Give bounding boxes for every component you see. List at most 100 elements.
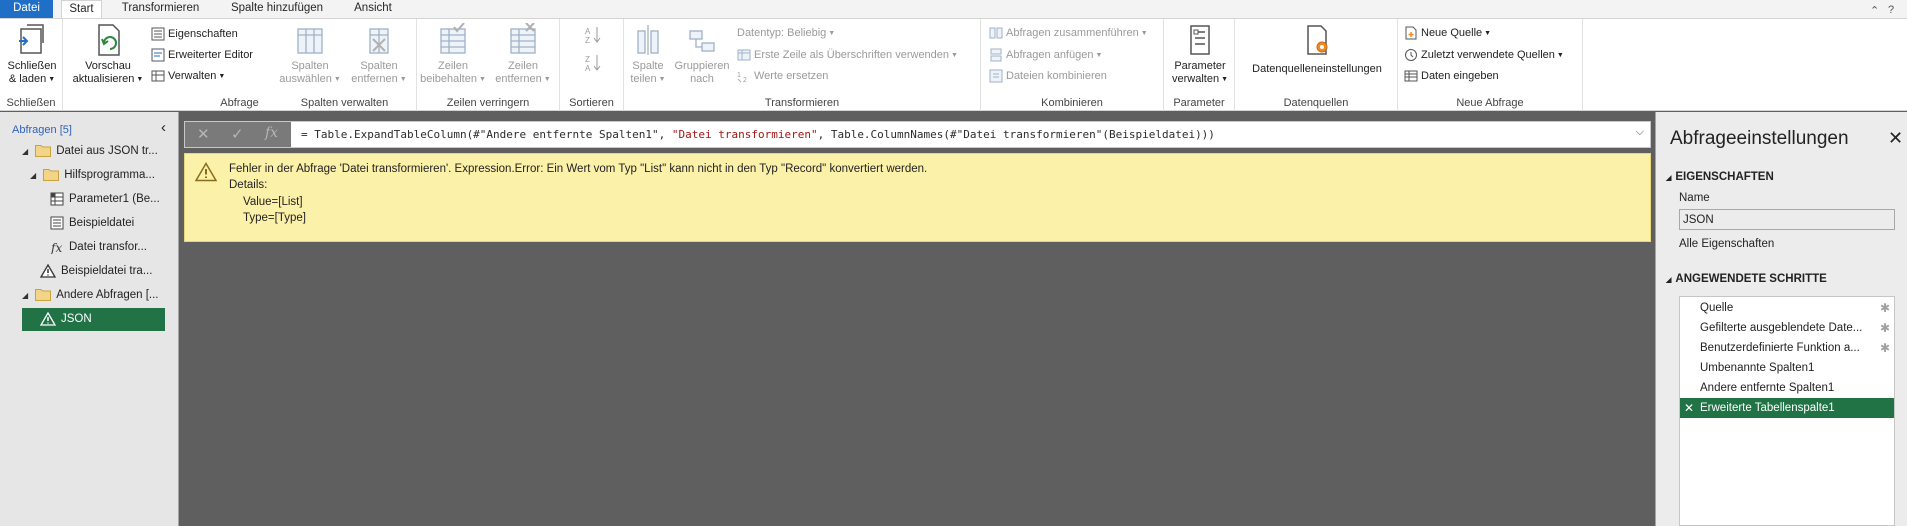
- tree-folder-other-queries[interactable]: ◢ Andere Abfragen [...: [22, 284, 172, 307]
- warning-icon: [195, 162, 217, 182]
- properties-button[interactable]: Eigenschaften: [151, 25, 238, 43]
- split-column-button[interactable]: Spalte teilen ▼: [626, 23, 670, 86]
- refresh-preview-button[interactable]: Vorschau aktualisieren ▼: [71, 23, 145, 86]
- tree-folder-json-transform[interactable]: ◢ Datei aus JSON tr...: [22, 140, 172, 163]
- advanced-editor-icon: [151, 48, 165, 62]
- expand-triangle-icon[interactable]: ◢: [22, 140, 32, 163]
- tab-add-column[interactable]: Spalte hinzufügen: [222, 0, 332, 18]
- step-removed-other-columns[interactable]: Andere entfernte Spalten1: [1680, 378, 1894, 398]
- settings-title: Abfrageeinstellungen: [1670, 128, 1849, 149]
- collapse-pane-icon[interactable]: ‹: [161, 119, 166, 136]
- manage-parameters-button[interactable]: Parameter verwalten ▼: [1166, 23, 1234, 86]
- tab-transform[interactable]: Transformieren: [113, 0, 208, 18]
- properties-icon: [151, 27, 165, 41]
- replace-values-button[interactable]: 1 2 Werte ersetzen: [737, 67, 828, 85]
- remove-columns-button[interactable]: Spalten entfernen ▼: [345, 23, 413, 86]
- group-by-button[interactable]: Gruppieren nach: [672, 23, 732, 86]
- cancel-icon[interactable]: ✕: [197, 125, 210, 143]
- step-expanded-table-column[interactable]: ✕ Erweiterte Tabellenspalte1: [1680, 398, 1894, 418]
- tree-item-parameter1[interactable]: Parameter1 (Be...: [50, 188, 172, 211]
- step-renamed-columns[interactable]: Umbenannte Spalten1: [1680, 358, 1894, 378]
- advanced-editor-button[interactable]: Erweiterter Editor: [151, 46, 253, 64]
- close-icon[interactable]: ✕: [1888, 128, 1903, 149]
- tree-item-transform-sample[interactable]: Beispieldatei tra...: [39, 260, 172, 283]
- tree-item-json[interactable]: JSON: [22, 308, 165, 331]
- append-queries-button[interactable]: Abfragen anfügen ▼: [989, 46, 1102, 64]
- group-transform-label: Transformieren: [764, 97, 840, 109]
- minimize-ribbon-icon[interactable]: ⌃: [1870, 4, 1879, 17]
- choose-columns-label-2: auswählen ▼: [279, 73, 341, 85]
- close-load-button[interactable]: Schließen & laden ▼: [2, 23, 62, 86]
- group-manage-columns: Spalten auswählen ▼ Spalten entfernen ▼ Sp…: [273, 19, 417, 111]
- sort-ascending-icon: AZ: [585, 27, 601, 45]
- tab-start[interactable]: Start: [61, 0, 102, 19]
- delete-step-icon[interactable]: ✕: [1684, 398, 1694, 418]
- remove-rows-icon: [510, 23, 536, 54]
- gear-icon[interactable]: ✱: [1880, 338, 1890, 358]
- recent-sources-button[interactable]: Zuletzt verwendete Quellen ▼: [1404, 46, 1564, 64]
- tree-item-sample-file[interactable]: Beispieldatei: [50, 212, 172, 235]
- enter-data-button[interactable]: Daten eingeben: [1404, 67, 1499, 85]
- queries-header[interactable]: Abfragen [5]: [12, 124, 72, 136]
- new-source-icon: [1405, 26, 1417, 40]
- refresh-label-2: aktualisieren ▼: [72, 73, 144, 85]
- split-column-label-1: Spalte: [632, 60, 664, 72]
- svg-text:2: 2: [743, 77, 747, 83]
- group-parameters-label: Parameter: [1173, 97, 1225, 109]
- step-source[interactable]: Quelle ✱: [1680, 298, 1894, 318]
- error-message-panel: Fehler in der Abfrage 'Datei transformie…: [184, 153, 1651, 242]
- tab-file[interactable]: Datei: [0, 0, 53, 18]
- remove-columns-label-1: Spalten: [360, 60, 398, 72]
- parameter-icon: [50, 192, 64, 206]
- group-parameters: Parameter verwalten ▼ Parameter: [1164, 19, 1235, 111]
- group-new-query: Neue Quelle ▼ Zuletzt verwendete Quellen ▼…: [1398, 19, 1583, 111]
- function-insert-icon[interactable]: fx: [265, 125, 278, 141]
- keep-rows-button[interactable]: Zeilen beibehalten ▼: [419, 23, 487, 86]
- remove-rows-button[interactable]: Zeilen entfernen ▼: [489, 23, 557, 86]
- tab-view[interactable]: Ansicht: [345, 0, 401, 18]
- error-details-label: Details:: [229, 179, 268, 191]
- datasource-settings-button[interactable]: Datenquelleneinstellungen: [1241, 23, 1393, 76]
- properties-section-header[interactable]: ◢ EIGENSCHAFTEN: [1666, 171, 1774, 183]
- keep-rows-label-1: Zeilen: [438, 60, 468, 72]
- tree-folder-helpers[interactable]: ◢ Hilfsprogramma...: [30, 164, 172, 187]
- group-datasources-label: Datenquellen: [1283, 97, 1349, 109]
- remove-columns-label-2: entfernen ▼: [351, 73, 407, 85]
- combine-files-button[interactable]: Dateien kombinieren: [989, 67, 1107, 85]
- expand-triangle-icon[interactable]: ◢: [30, 164, 40, 187]
- sort-descending-button[interactable]: ZA: [584, 53, 605, 73]
- help-icon[interactable]: ?: [1888, 4, 1894, 16]
- choose-columns-button[interactable]: Spalten auswählen ▼: [277, 23, 343, 86]
- all-properties-link[interactable]: Alle Eigenschaften: [1679, 238, 1774, 250]
- gear-icon[interactable]: ✱: [1880, 318, 1890, 338]
- step-custom-function[interactable]: Benutzerdefinierte Funktion a... ✱: [1680, 338, 1894, 358]
- formula-input[interactable]: = Table.ExpandTableColumn(#"Andere entfe…: [301, 128, 1215, 141]
- folder-icon: [35, 289, 52, 302]
- group-close: Schließen & laden ▼ Schließen: [0, 19, 63, 111]
- ribbon: Schließen & laden ▼ Schließen Vorschau ak…: [0, 18, 1907, 111]
- gear-icon[interactable]: ✱: [1880, 298, 1890, 318]
- error-type-line: Type=[Type]: [243, 212, 306, 224]
- new-source-button[interactable]: Neue Quelle ▼: [1404, 24, 1491, 42]
- refresh-icon: [98, 24, 120, 56]
- sort-ascending-button[interactable]: AZ: [584, 25, 605, 45]
- step-filtered-hidden-files[interactable]: Gefilterte ausgeblendete Date... ✱: [1680, 318, 1894, 338]
- group-close-label: Schließen: [6, 97, 56, 109]
- applied-steps-header[interactable]: ◢ ANGEWENDETE SCHRITTE: [1666, 273, 1827, 285]
- manage-button[interactable]: Verwalten ▼: [151, 67, 225, 85]
- query-name-input[interactable]: [1679, 209, 1895, 230]
- expand-triangle-icon[interactable]: ◢: [22, 284, 32, 307]
- group-by-label-1: Gruppieren: [674, 60, 730, 72]
- svg-text:1: 1: [737, 72, 741, 79]
- chevron-down-icon[interactable]: ⌵: [1636, 126, 1644, 139]
- confirm-icon[interactable]: ✓: [231, 125, 244, 143]
- refresh-label-1: Vorschau: [85, 60, 131, 72]
- merge-queries-button[interactable]: Abfragen zusammenführen ▼: [989, 24, 1148, 42]
- tree-item-transform-file[interactable]: fx Datei transfor...: [50, 236, 172, 259]
- first-row-header-button[interactable]: Erste Zeile als Überschriften verwenden ▼: [737, 46, 958, 64]
- datatype-dropdown[interactable]: Datentyp: Beliebig ▼: [737, 24, 835, 42]
- sort-descending-icon: ZA: [585, 55, 601, 73]
- group-datasources: Datenquelleneinstellungen Datenquellen: [1235, 19, 1398, 111]
- keep-rows-icon: [440, 23, 466, 54]
- keep-rows-label-2: beibehalten ▼: [420, 73, 486, 85]
